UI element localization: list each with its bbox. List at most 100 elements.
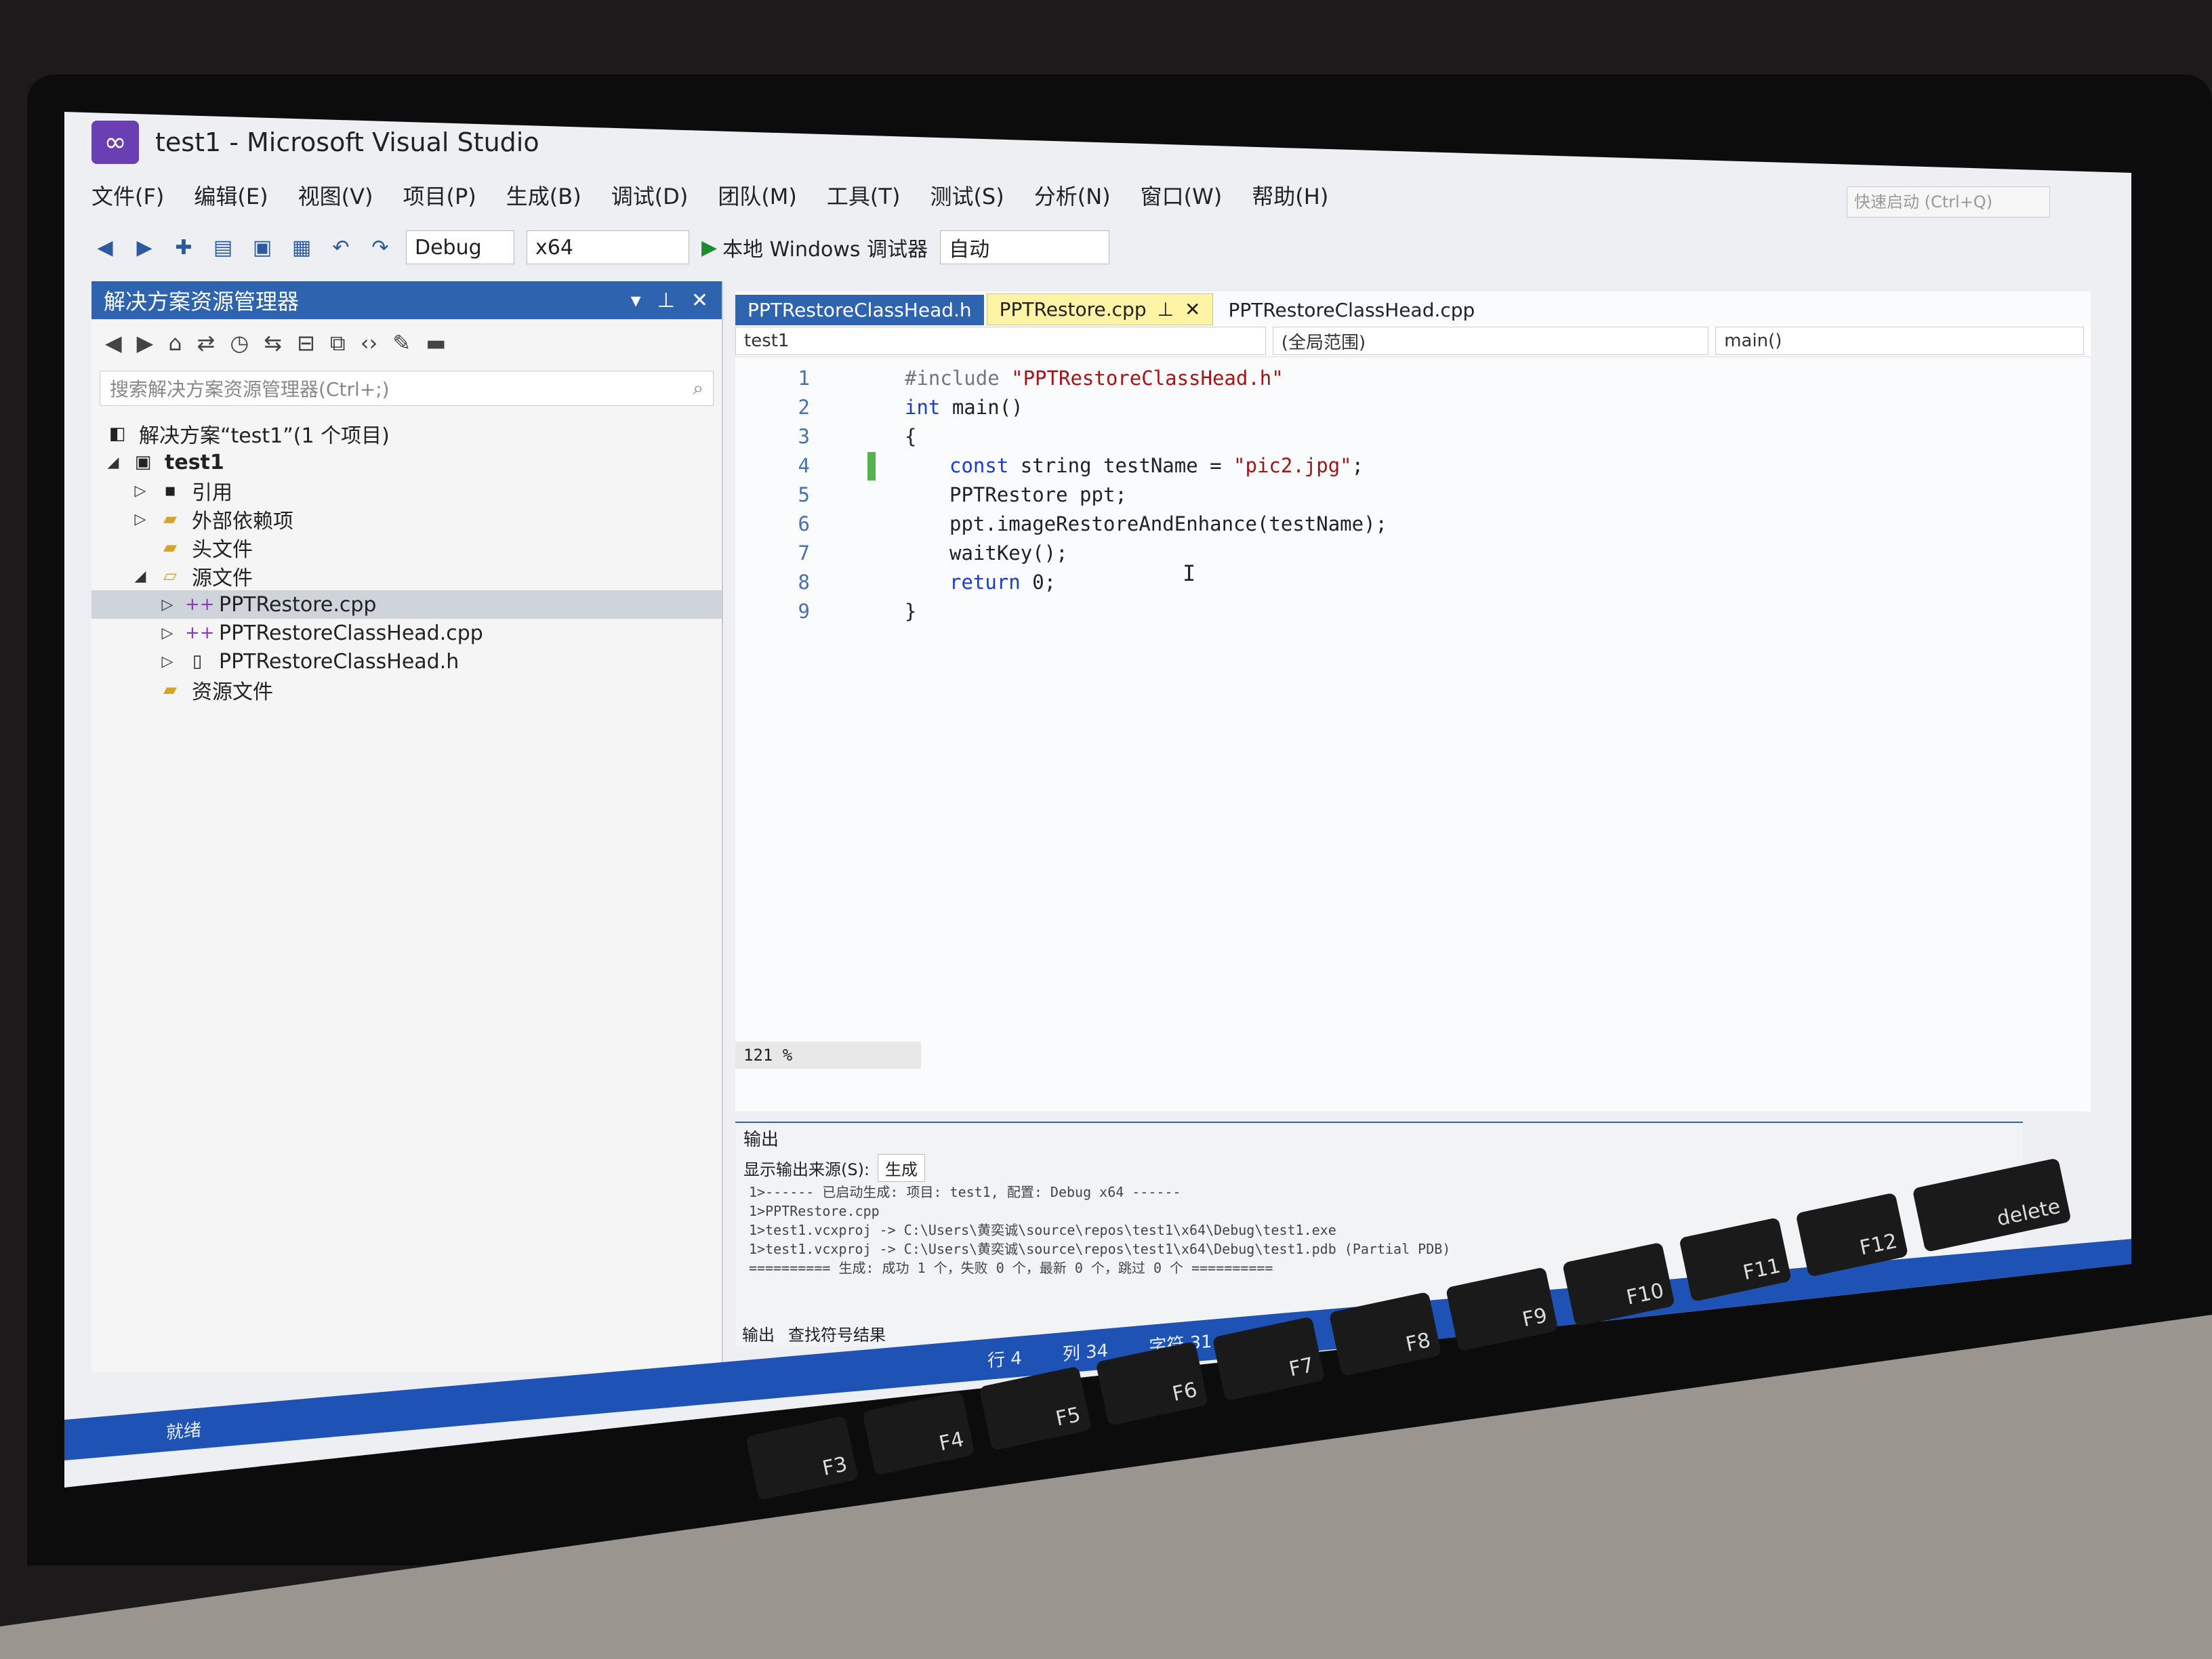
expanded-caret-icon[interactable]: ◢ [132,568,148,585]
menu-view[interactable]: 视图(V) [298,180,373,211]
code-lines: #include "PPTRestoreClassHead.h" int mai… [905,364,1387,626]
preview-icon[interactable]: ▬ [426,330,446,356]
solution-explorer: 解决方案资源管理器 ▾ ⊥ ✕ ◀ ▶ ⌂ ⇄ ◷ ⇆ ⊟ ⧉ ‹› ✎ ▬ 搜… [91,281,723,1372]
status-row: 行 4 [987,1347,1022,1372]
line-number: 6 [798,512,810,535]
folder-icon: ▰ [163,680,177,700]
tree-item-classhead-h[interactable]: ▷ ▯ PPTRestoreClassHead.h [91,647,722,676]
collapsed-caret-icon[interactable]: ▷ [132,483,148,499]
pin-icon[interactable]: ⊥ [657,289,675,312]
code-line-8: return 0; [949,571,1057,594]
expanded-caret-icon[interactable]: ◢ [105,454,121,471]
output-source-dropdown[interactable]: 生成 [878,1153,926,1182]
redo-icon[interactable]: ↷ [367,234,394,261]
solution-search-placeholder: 搜索解决方案资源管理器(Ctrl+;) [110,378,390,401]
menu-project[interactable]: 项目(P) [403,180,476,211]
tree-item-label: 引用 [192,481,232,505]
tab-classhead-cpp[interactable]: PPTRestoreClassHead.cpp [1216,295,1487,325]
tree-item-project[interactable]: ◢ ▣ test1 [91,448,722,476]
collapsed-caret-icon[interactable]: ▷ [159,596,176,613]
collapse-all-icon[interactable]: ⊟ [297,330,315,356]
sync-icon[interactable]: ⇆ [264,330,282,356]
menu-test[interactable]: 测试(S) [930,180,1004,211]
config-dropdown[interactable]: Debug [406,230,514,264]
screen: ∞ test1 - Microsoft Visual Studio 快速启动 (… [64,112,2131,1488]
tree-item-resource-files[interactable]: ▰ 资源文件 [91,676,722,704]
menu-help[interactable]: 帮助(H) [1252,180,1328,211]
toolbar: ◀ ▶ ✚ ▤ ▣ ▦ ↶ ↷ Debug x64 ▶ 本地 Windows 调… [91,227,2057,268]
menu-build[interactable]: 生成(B) [506,180,581,211]
change-indicator [867,452,876,480]
tab-find-symbol-results[interactable]: 查找符号结果 [788,1322,886,1345]
code-line-1: #include "PPTRestoreClassHead.h" [905,367,1284,390]
menu-team[interactable]: 团队(M) [718,180,797,211]
tab-output[interactable]: 输出 [742,1322,775,1345]
solution-explorer-title: 解决方案资源管理器 [104,289,300,314]
tree-item-classhead-cpp[interactable]: ▷ ++ PPTRestoreClassHead.cpp [91,619,722,647]
code-line-9: } [905,600,917,623]
line-number: 9 [798,600,810,623]
cpp-file-icon: ++ [185,594,215,615]
start-debug-button[interactable]: ▶ 本地 Windows 调试器 [701,232,928,262]
history-icon[interactable]: ◷ [230,330,249,356]
back-icon[interactable]: ◀ [91,234,119,261]
home-icon[interactable]: ⌂ [168,330,182,356]
menu-file[interactable]: 文件(F) [91,180,164,211]
solution-icon: ◧ [108,424,126,444]
tree-item-external-deps[interactable]: ▷ ▰ 外部依赖项 [91,505,722,533]
tree-item-label: 外部依赖项 [192,510,293,533]
collapsed-caret-icon[interactable]: ▷ [132,511,148,528]
zoom-dropdown[interactable]: 121 % [735,1042,921,1069]
open-icon[interactable]: ▤ [209,234,237,261]
tree-item-header-files[interactable]: ▰ 头文件 [91,533,722,562]
code-line-3: { [905,425,917,448]
tree-item-pptrestore-cpp[interactable]: ▷ ++ PPTRestore.cpp [91,590,722,619]
switch-views-icon[interactable]: ⇄ [197,330,216,356]
output-source-label: 显示输出来源(S): [743,1160,870,1179]
properties-icon[interactable]: ✎ [392,330,411,356]
save-all-icon[interactable]: ▦ [288,234,315,261]
save-icon[interactable]: ▣ [249,234,276,261]
view-code-icon[interactable]: ‹› [361,330,378,356]
code-area[interactable]: 1 2 3 4 5 6 7 8 9 #include "PPTRestoreCl… [735,357,2091,1069]
scope-dropdown[interactable]: (全局范围) [1272,327,1709,355]
tree-item-source-files[interactable]: ◢ ▱ 源文件 [91,562,722,590]
collapsed-caret-icon[interactable]: ▷ [159,653,176,670]
quick-launch-input[interactable]: 快速启动 (Ctrl+Q) [1847,186,2050,218]
project-dropdown[interactable]: test1 [735,327,1266,355]
menu-tools[interactable]: 工具(T) [827,180,901,211]
pin-icon[interactable]: ⊥ [1158,298,1174,321]
solution-config-dropdown[interactable]: 自动 [940,230,1110,264]
tree-item-label: test1 [165,450,224,474]
close-icon[interactable]: ✕ [691,289,708,312]
tree-item-label: 源文件 [192,567,253,590]
menu-analyze[interactable]: 分析(N) [1034,180,1111,211]
menu-window[interactable]: 窗口(W) [1141,180,1223,211]
menu-debug[interactable]: 调试(D) [611,180,689,211]
collapsed-caret-icon[interactable]: ▷ [159,625,176,642]
search-icon: ⌕ [693,377,703,399]
line-number: 4 [798,454,810,477]
code-line-7: waitKey(); [949,541,1068,565]
document-tabs: PPTRestoreClassHead.h PPTRestore.cpp ⊥ ✕… [735,291,2091,325]
tree-item-solution[interactable]: ◧ 解决方案“test1”(1 个项目) [91,419,722,448]
new-project-icon[interactable]: ✚ [170,234,197,261]
start-debug-label: 本地 Windows 调试器 [722,238,928,262]
folder-open-icon: ▱ [163,566,177,586]
show-all-files-icon[interactable]: ⧉ [330,330,346,356]
member-dropdown[interactable]: main() [1715,327,2084,355]
dropdown-icon[interactable]: ▾ [631,289,641,312]
tab-pptrestore-cpp[interactable]: PPTRestore.cpp ⊥ ✕ [986,293,1214,325]
tree-item-references[interactable]: ▷ ▪ 引用 [91,476,722,505]
forward-icon[interactable]: ▶ [137,330,154,356]
undo-icon[interactable]: ↶ [327,234,354,261]
solution-explorer-toolbar: ◀ ▶ ⌂ ⇄ ◷ ⇆ ⊟ ⧉ ‹› ✎ ▬ [91,319,722,367]
forward-icon[interactable]: ▶ [131,234,158,261]
project-icon: ▣ [134,452,152,472]
platform-dropdown[interactable]: x64 [527,230,689,264]
menu-edit[interactable]: 编辑(E) [194,180,268,211]
close-icon[interactable]: ✕ [1185,298,1200,321]
back-icon[interactable]: ◀ [105,330,122,356]
tab-classhead-h[interactable]: PPTRestoreClassHead.h [735,295,984,325]
solution-search-input[interactable]: 搜索解决方案资源管理器(Ctrl+;) ⌕ [100,371,714,406]
